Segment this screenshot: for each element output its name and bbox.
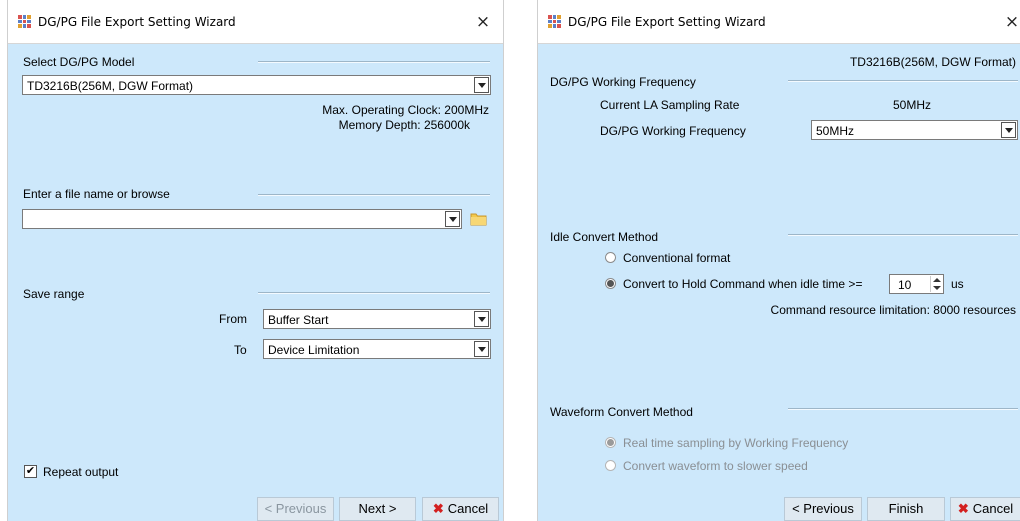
- working-frequency-header: DG/PG Working Frequency: [550, 75, 696, 89]
- hold-command-radio[interactable]: [605, 278, 616, 289]
- sampling-rate-value: 50MHz: [893, 98, 932, 112]
- repeat-output-checkbox[interactable]: ✔: [24, 465, 37, 478]
- separator: [258, 61, 490, 63]
- idle-time-unit: us: [951, 277, 964, 291]
- chevron-down-icon[interactable]: [474, 77, 489, 93]
- waveform-convert-header: Waveform Convert Method: [550, 405, 693, 419]
- filename-combo[interactable]: [22, 209, 462, 229]
- slower-speed-label: Convert waveform to slower speed: [623, 459, 808, 473]
- title-bar: DG/PG File Export Setting Wizard ×: [538, 0, 1020, 44]
- dgpg-app-icon: [548, 15, 561, 28]
- save-range-label: Save range: [23, 287, 85, 301]
- cancel-button[interactable]: ✖ Cancel: [950, 497, 1020, 521]
- cancel-button-label: Cancel: [447, 501, 489, 516]
- slower-speed-radio[interactable]: [605, 460, 616, 471]
- title-bar: DG/PG File Export Setting Wizard ×: [8, 0, 503, 44]
- previous-button[interactable]: < Previous: [784, 497, 862, 521]
- model-text: TD3216B(256M, DGW Format): [849, 55, 1016, 69]
- working-frequency-select[interactable]: 50MHz: [811, 120, 1018, 140]
- cancel-x-icon: ✖: [432, 501, 444, 516]
- to-label: To: [234, 343, 247, 357]
- window-title: DG/PG File Export Setting Wizard: [38, 15, 236, 29]
- previous-button[interactable]: < Previous: [257, 497, 334, 521]
- cancel-button-label: Cancel: [972, 501, 1014, 516]
- from-select-value: Buffer Start: [268, 313, 329, 327]
- resource-limitation-text: Command resource limitation: 8000 resour…: [770, 303, 1016, 317]
- idle-convert-header: Idle Convert Method: [550, 230, 659, 244]
- from-label: From: [219, 312, 247, 326]
- realtime-sampling-radio[interactable]: [605, 437, 616, 448]
- stepper-arrows-icon[interactable]: [930, 276, 942, 292]
- next-button[interactable]: Next >: [339, 497, 416, 521]
- select-model-label: Select DG/PG Model: [23, 55, 135, 69]
- chevron-down-icon[interactable]: [474, 341, 489, 357]
- from-select[interactable]: Buffer Start: [263, 309, 491, 329]
- separator: [258, 292, 490, 294]
- chevron-down-icon[interactable]: [474, 311, 489, 327]
- to-select-value: Device Limitation: [268, 343, 360, 357]
- dgpg-app-icon: [18, 15, 31, 28]
- working-frequency-label: DG/PG Working Frequency: [600, 124, 746, 138]
- cancel-button[interactable]: ✖ Cancel: [422, 497, 499, 521]
- hold-command-label: Convert to Hold Command when idle time >…: [623, 277, 863, 291]
- repeat-output-label: Repeat output: [43, 465, 119, 479]
- chevron-down-icon[interactable]: [1001, 122, 1016, 138]
- export-wizard-window-right: DG/PG File Export Setting Wizard × TD321…: [537, 0, 1020, 521]
- cancel-x-icon: ✖: [957, 501, 969, 516]
- folder-icon[interactable]: [470, 212, 487, 226]
- close-icon[interactable]: ×: [998, 10, 1020, 34]
- separator: [788, 234, 1018, 236]
- export-wizard-window-left: DG/PG File Export Setting Wizard × Selec…: [7, 0, 504, 521]
- conventional-format-label: Conventional format: [623, 251, 731, 265]
- close-icon[interactable]: ×: [469, 10, 497, 34]
- separator: [788, 80, 1018, 82]
- chevron-down-icon[interactable]: [445, 211, 460, 227]
- filename-label: Enter a file name or browse: [23, 187, 170, 201]
- memory-depth-text: Memory Depth: 256000k: [338, 118, 470, 132]
- idle-time-value: 10: [898, 278, 912, 292]
- conventional-format-radio[interactable]: [605, 252, 616, 263]
- window-title: DG/PG File Export Setting Wizard: [568, 15, 766, 29]
- sampling-rate-label: Current LA Sampling Rate: [600, 98, 740, 112]
- finish-button[interactable]: Finish: [867, 497, 945, 521]
- model-select-value: TD3216B(256M, DGW Format): [27, 79, 194, 93]
- separator: [788, 408, 1018, 410]
- separator: [258, 194, 490, 196]
- realtime-sampling-label: Real time sampling by Working Frequency: [623, 436, 849, 450]
- working-frequency-value: 50MHz: [816, 124, 855, 138]
- model-select[interactable]: TD3216B(256M, DGW Format): [22, 75, 491, 95]
- to-select[interactable]: Device Limitation: [263, 339, 491, 359]
- max-clock-text: Max. Operating Clock: 200MHz: [322, 103, 489, 117]
- idle-time-stepper[interactable]: 10: [889, 274, 944, 294]
